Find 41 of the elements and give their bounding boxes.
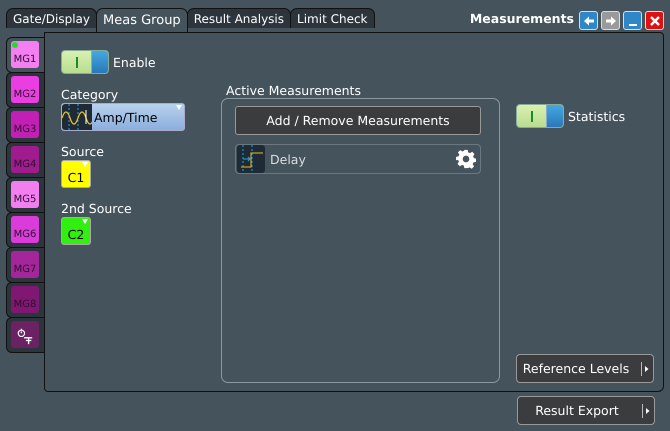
arrow-icon <box>641 362 649 376</box>
source-selector[interactable]: C1 <box>61 160 91 188</box>
arrow-icon <box>642 404 650 418</box>
reference-levels-button[interactable]: Reference Levels <box>516 354 654 383</box>
toggle-switch[interactable] <box>61 50 109 74</box>
field-label: Category <box>61 87 118 102</box>
minimize-icon <box>628 24 636 26</box>
group-tab[interactable]: MG2 <box>11 76 39 103</box>
source-selector[interactable]: C2 <box>61 217 91 245</box>
right-arrow-icon <box>604 14 618 28</box>
group-title: Active Measurements <box>226 83 362 98</box>
field-label: Source <box>61 144 104 159</box>
close-button[interactable] <box>645 11 664 30</box>
minimize-button[interactable] <box>623 11 642 30</box>
dropdown-triangle-icon <box>82 219 88 224</box>
add-remove-button[interactable]: Add / Remove Measurements <box>235 106 481 135</box>
back-button[interactable] <box>579 11 598 30</box>
close-icon <box>648 14 662 28</box>
timer-tab[interactable] <box>11 321 39 348</box>
delay-icon <box>237 145 265 173</box>
group-tab[interactable]: MG5 <box>11 181 39 208</box>
tab[interactable]: Limit Check <box>290 8 375 28</box>
dropdown-triangle-icon <box>176 105 182 110</box>
settings-icon[interactable] <box>456 149 476 169</box>
toggle-label: Enable <box>113 54 156 70</box>
dropdown-triangle-icon <box>82 162 88 167</box>
waveform-icon <box>62 104 92 130</box>
stopwatch-icon <box>16 327 34 345</box>
tab[interactable]: Meas Group <box>96 8 188 32</box>
window-title: Measurements <box>470 11 574 26</box>
field-label: 2nd Source <box>61 201 132 216</box>
toggle-label: Statistics <box>568 108 626 124</box>
group-tab[interactable]: MG6 <box>11 216 39 243</box>
category-dropdown[interactable]: Amp/Time <box>61 103 185 131</box>
tab[interactable]: Gate/Display <box>6 8 98 28</box>
left-arrow-icon <box>582 14 596 28</box>
result-export-button[interactable]: Result Export <box>517 396 655 425</box>
group-tab[interactable]: MG1 <box>11 41 39 68</box>
toggle-switch[interactable] <box>516 104 564 128</box>
tab[interactable]: Result Analysis <box>186 8 292 28</box>
measurement-item[interactable]: Delay <box>235 144 481 174</box>
